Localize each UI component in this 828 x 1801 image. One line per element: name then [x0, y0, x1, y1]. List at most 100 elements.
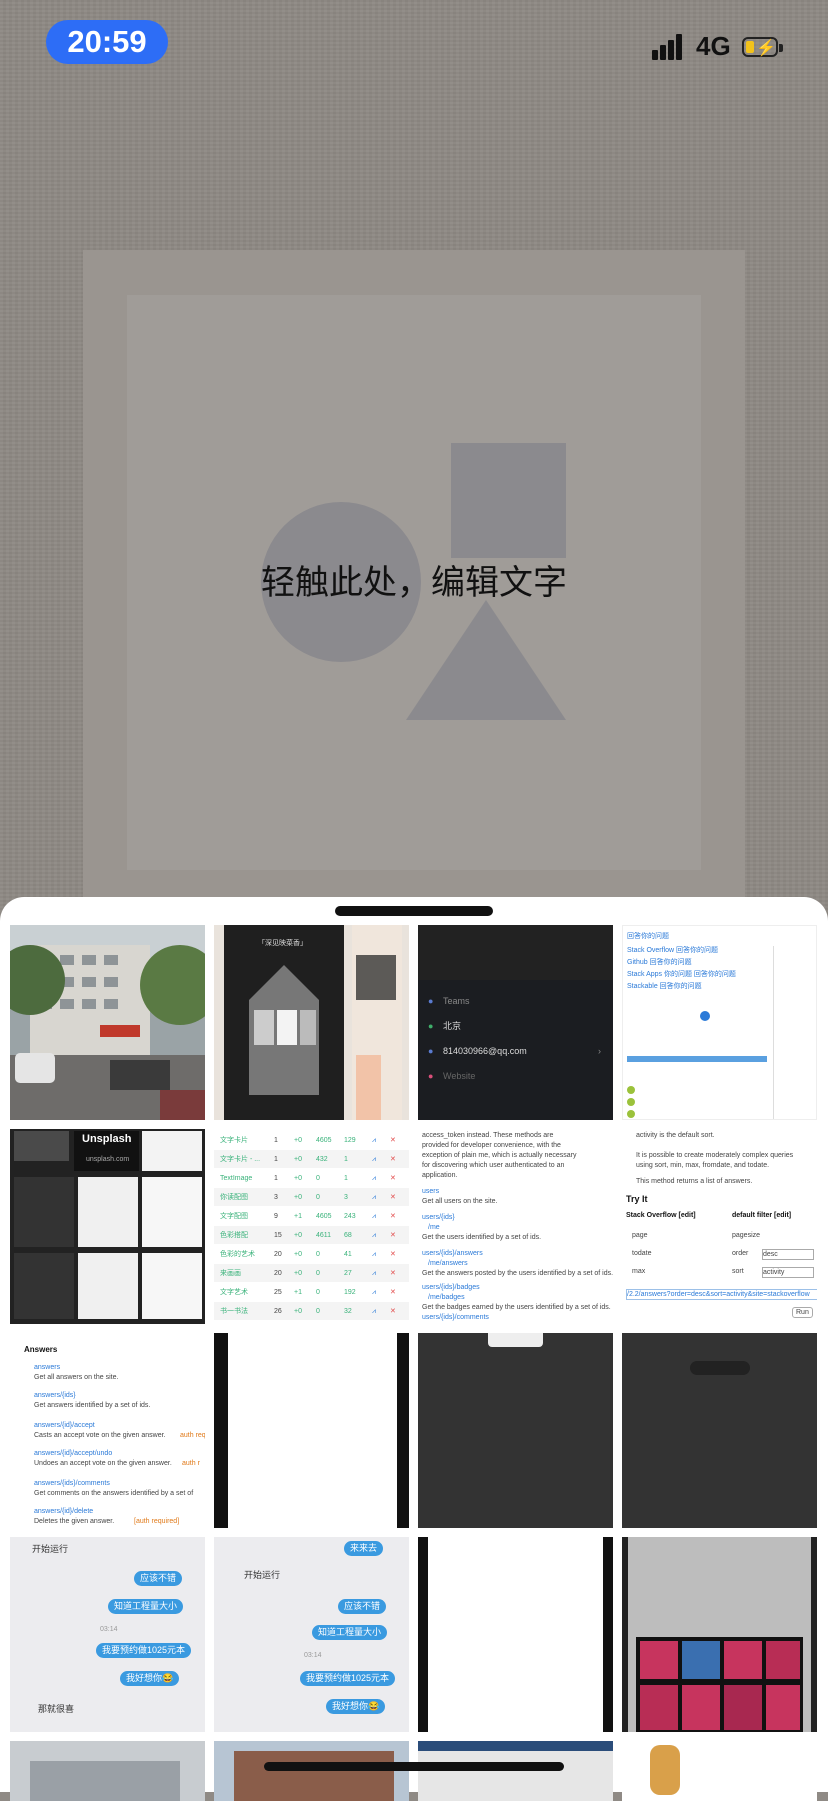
tryit-line-4: This method returns a list of answers. [636, 1178, 753, 1185]
photo-thumb-chat-2[interactable]: 来来去 开始运行 应该不错 知道工程量大小 03:14 我要预约做1025元本 … [214, 1537, 409, 1732]
photo-thumb-screenshot[interactable] [418, 1741, 613, 1801]
location-icon: ● [428, 1021, 434, 1031]
profile-city: 北京 [443, 1021, 462, 1031]
photo-thumb-answers[interactable]: Answers answers Get all answers on the s… [10, 1333, 205, 1528]
sheet-drag-handle[interactable] [335, 906, 493, 916]
table-cell-c4: 243 [344, 1213, 356, 1220]
docs-sub-me-answers: /me/answers [428, 1260, 468, 1267]
profile-teams: Teams [443, 996, 470, 1006]
photo-thumb-blank-phone-2[interactable] [418, 1537, 613, 1732]
chat1-msg-2: 应该不错 [134, 1571, 183, 1586]
tryit-order: order [732, 1250, 749, 1257]
table-cell-name: 文字卡片 [220, 1137, 248, 1144]
docs-desc-answers: Get the answers posted by the users iden… [422, 1270, 613, 1277]
unsplash-brand: Unsplash [82, 1133, 132, 1145]
answers-desc-6: Deletes the given answer. [34, 1518, 115, 1525]
tryit-order-select: desc [762, 1249, 814, 1260]
photo-thumb-street[interactable] [10, 925, 205, 1120]
answers-link-2: answers/{ids} [34, 1392, 76, 1399]
docs-link-badges: users/{ids}/badges [422, 1284, 480, 1291]
answers-desc-4: Undoes an accept vote on the given answe… [34, 1460, 172, 1467]
photo-thumb-try-it[interactable]: activity is the default sort. It is poss… [622, 1129, 817, 1324]
photo-thumb-chat-1[interactable]: 开始运行 应该不错 知道工程量大小 03:14 我要预约做1025元本 我好想你… [10, 1537, 205, 1732]
table-cell-c1: 3 [274, 1194, 278, 1201]
photo-thumb-gallery[interactable] [622, 1537, 817, 1732]
unsplash-domain: unsplash.com [86, 1156, 130, 1163]
photo-thumb-table[interactable]: 文字卡片 1 +0 4605 129 ⩘ ✕ 文字卡片 - ... 1 +0 432 1 ⩘ ✕ TextI… [214, 1129, 409, 1324]
table-cell-c3: 4605 [316, 1213, 332, 1220]
sa-line-1: 回答你的问题 [627, 933, 669, 940]
square-shape [451, 443, 566, 558]
tryit-run-button: Run [792, 1307, 813, 1318]
docs-sub-me-badges: /me/badges [428, 1294, 465, 1301]
chat1-time: 03:14 [100, 1626, 118, 1633]
table-row: 文字卡片 1 +0 4605 129 ⩘ ✕ [214, 1131, 409, 1149]
docs-sub-me: /me [428, 1224, 440, 1231]
tryit-site: Stack Overflow [edit] [626, 1212, 696, 1219]
table-row: 色彩搭配 15 +0 4611 68 ⩘ ✕ [214, 1226, 409, 1244]
table-cell-c2: +1 [294, 1289, 302, 1296]
email-icon: ● [428, 1046, 434, 1056]
table-cell-c3: 4605 [316, 1137, 332, 1144]
tryit-page: page [632, 1232, 648, 1239]
remove-icon: ✕ [390, 1251, 396, 1258]
table-cell-c2: +0 [294, 1137, 302, 1144]
photo-thumb-stackapps[interactable]: 回答你的问题 Stack Overflow 回答你的问题 Github 回答你的… [622, 925, 817, 1120]
table-cell-name: 文字卡片 - ... [220, 1156, 261, 1163]
table-cell-c2: +0 [294, 1175, 302, 1182]
table-row: 文字艺术 25 +1 0 192 ⩘ ✕ [214, 1283, 409, 1301]
answers-desc-3: Casts an accept vote on the given answer… [34, 1432, 166, 1439]
remove-icon: ✕ [390, 1194, 396, 1201]
table-cell-c1: 20 [274, 1270, 282, 1277]
answers-desc-2: Get answers identified by a set of ids. [34, 1402, 151, 1409]
table-cell-c2: +0 [294, 1308, 302, 1315]
remove-icon: ✕ [390, 1308, 396, 1315]
chat2-msg-2: 应该不错 [338, 1599, 387, 1614]
remove-icon: ✕ [390, 1156, 396, 1163]
chat1-msg-1: 开始运行 [32, 1544, 69, 1554]
table-cell-name: TextImage [220, 1175, 253, 1182]
docs-desc-users: Get all users on the site. [422, 1198, 498, 1205]
photo-thumb-building-2[interactable] [214, 1741, 409, 1801]
docs-link-users-ids: users/{ids} [422, 1214, 455, 1221]
remove-icon: ✕ [390, 1270, 396, 1277]
answers-link-1: answers [34, 1364, 61, 1371]
photo-thumb-dark-2[interactable] [622, 1333, 817, 1528]
tryit-line-1: activity is the default sort. [636, 1132, 715, 1139]
chat2-msg-0: 来来去 [344, 1541, 384, 1556]
table-cell-c4: 192 [344, 1289, 356, 1296]
placeholder-shapes [261, 443, 566, 720]
photo-thumb-building-1[interactable] [10, 1741, 205, 1801]
photo-thumb-dark-1[interactable] [418, 1333, 613, 1528]
table-cell-c3: 4611 [316, 1232, 332, 1239]
table-cell-c2: +0 [294, 1156, 302, 1163]
photo-thumb-blank-phone[interactable] [214, 1333, 409, 1528]
trend-icon: ⩘ [372, 1194, 376, 1201]
docs-line-3: exception of plain me, which is actually… [422, 1152, 577, 1159]
photo-thumb-poster[interactable]: 「深见映菜香」 [214, 925, 409, 1120]
photo-thumb-giraffe[interactable] [622, 1741, 817, 1801]
docs-line-1: access_token instead. These methods are [422, 1132, 554, 1139]
table-cell-c3: 0 [316, 1289, 320, 1296]
edit-text-prompt[interactable]: 轻触此处，编辑文字 [127, 555, 701, 604]
table-cell-c2: +1 [294, 1213, 302, 1220]
trend-icon: ⩘ [372, 1137, 376, 1144]
remove-icon: ✕ [390, 1137, 396, 1144]
chat2-msg-1: 开始运行 [244, 1570, 281, 1580]
website-icon: ● [428, 1071, 434, 1081]
table-cell-name: 你读配图 [220, 1194, 248, 1201]
chat1-msg-5: 我好想你😂 [120, 1671, 180, 1686]
photo-thumb-api-docs[interactable]: access_token instead. These methods are … [418, 1129, 613, 1324]
sa-line-3: Github 回答你的问题 [627, 959, 692, 966]
table-cell-c1: 9 [274, 1213, 278, 1220]
photo-thumb-profile[interactable]: ● Teams ● 北京 ● 814030966@qq.com › ● Webs… [418, 925, 613, 1120]
trend-icon: ⩘ [372, 1175, 376, 1182]
photo-thumb-unsplash[interactable]: Unsplash unsplash.com [10, 1129, 205, 1324]
answers-desc-5: Get comments on the answers identified b… [34, 1490, 194, 1497]
trend-icon: ⩘ [372, 1308, 376, 1315]
table-cell-c3: 0 [316, 1308, 320, 1315]
table-cell-c3: 0 [316, 1194, 320, 1201]
sa-line-2: Stack Overflow 回答你的问题 [627, 947, 719, 954]
remove-icon: ✕ [390, 1213, 396, 1220]
home-indicator[interactable] [264, 1762, 564, 1771]
